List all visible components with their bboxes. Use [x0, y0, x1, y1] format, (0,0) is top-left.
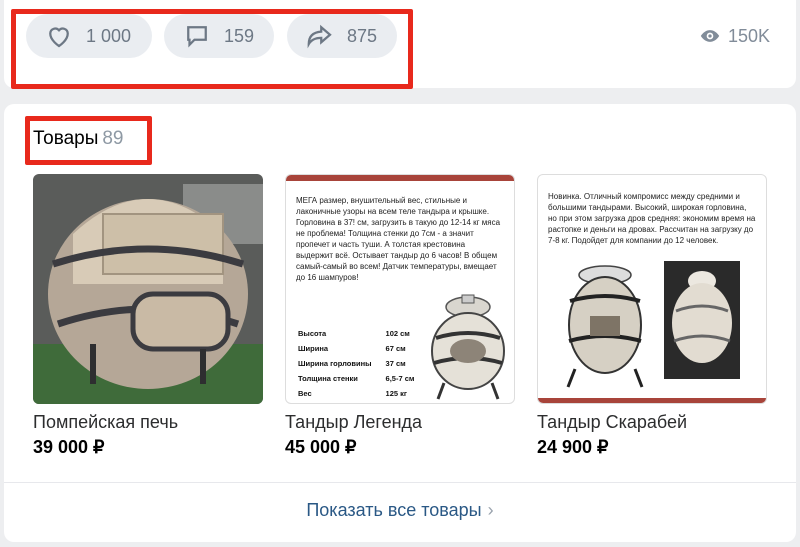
highlight-frame-actions — [11, 9, 413, 89]
spec-row: Высота 102 см — [298, 329, 410, 338]
spec-row: Толщина стенки 6,5-7 см — [298, 374, 415, 383]
divider — [4, 482, 796, 483]
spec-row: Вес 125 кг — [298, 389, 408, 398]
chevron-right-icon: › — [487, 500, 494, 520]
highlight-frame-title — [25, 116, 152, 165]
tandoor-illustration — [566, 265, 644, 388]
views-counter: 150K — [700, 14, 770, 58]
product-image[interactable] — [33, 174, 263, 404]
spec-row: Ширина горловины 37 см — [298, 359, 406, 368]
product-card[interactable]: Помпейская печь 39 000 ₽ — [33, 174, 263, 458]
views-count: 150K — [727, 25, 770, 46]
product-price: 24 900 ₽ — [537, 437, 609, 457]
product-price: 39 000 ₽ — [33, 437, 105, 457]
product-name[interactable]: Помпейская печь — [33, 412, 263, 433]
eye-icon — [700, 30, 720, 42]
tandoor-photo — [664, 261, 740, 379]
product-flyer-text: МЕГА размер, внушительный вес, стильные … — [296, 196, 501, 282]
flyer-bottom-bar — [538, 398, 766, 403]
product-flyer-text: Новинка. Отличный компромисс между средн… — [548, 192, 756, 245]
product-card[interactable]: МЕГА размер, внушительный вес, стильные … — [285, 174, 515, 458]
product-name[interactable]: Тандыр Скарабей — [537, 412, 767, 433]
product-image[interactable]: МЕГА размер, внушительный вес, стильные … — [285, 174, 515, 404]
flyer-top-bar — [286, 175, 514, 181]
show-all-label: Показать все товары — [306, 500, 482, 520]
product-name[interactable]: Тандыр Легенда — [285, 412, 515, 433]
spec-row: Ширина 67 см — [298, 344, 406, 353]
product-image[interactable]: Новинка. Отличный компромисс между средн… — [537, 174, 767, 404]
show-all-products-link[interactable]: Показать все товары › — [0, 500, 800, 521]
product-specs-table: Высота 102 см Ширина 67 см Ширина горловин… — [296, 325, 428, 402]
product-card[interactable]: Новинка. Отличный компромисс между средн… — [537, 174, 767, 458]
product-price: 45 000 ₽ — [285, 437, 357, 457]
tandoor-illustration — [431, 294, 505, 400]
